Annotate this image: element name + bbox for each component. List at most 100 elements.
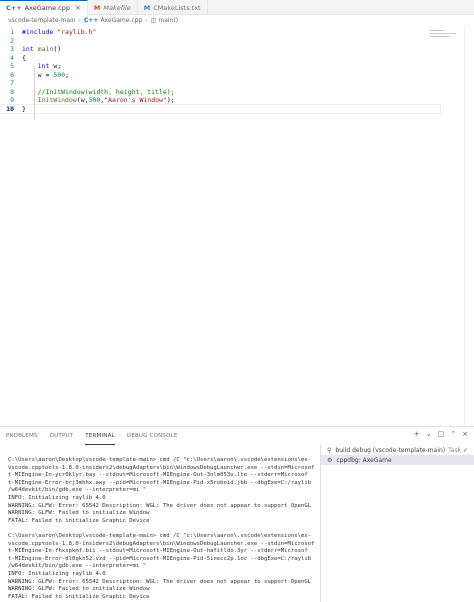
line-number: 7: [10, 79, 14, 88]
terminal-output[interactable]: C:\Users\aaron\Desktop\vscode-template-m…: [8, 457, 318, 601]
minimap-line: [430, 30, 444, 31]
tab-debug-console[interactable]: DEBUG CONSOLE: [127, 427, 178, 445]
terminal-line: vscode.cpptools-1.8.0-insiders2\debugAda…: [8, 464, 315, 471]
tab-output[interactable]: OUTPUT: [50, 427, 74, 445]
new-terminal-icon[interactable]: +: [414, 430, 420, 438]
line-number: 10: [6, 104, 14, 113]
breadcrumb-file[interactable]: AxeGame.cpp: [100, 17, 142, 24]
cmake-file-icon: M: [143, 3, 151, 12]
terminal-line: vscode.cpptools-1.8.0-insiders2\debugAda…: [8, 540, 315, 547]
line-number: 8: [10, 87, 14, 96]
code-line[interactable]: 8 //InitWindow(width, height, title);: [0, 88, 440, 97]
tab-cmakelists[interactable]: M CMakeLists.txt: [138, 0, 208, 15]
terminal-line: INFO: Initializing raylib 4.0: [8, 494, 106, 501]
tab-makefile[interactable]: M Makefile: [88, 0, 138, 15]
terminal-item-cppdbg[interactable]: ⚙ cppdbg: AxeGame: [321, 455, 474, 465]
terminal-line: WARNING: GLFW: Failed to initialize Wind…: [8, 510, 150, 517]
code-editor[interactable]: 1 #include "raylib.h" 2 3 int main() 4{5 int …: [0, 26, 474, 426]
terminal-line: t-MIEngine-In-ycr0klyr.bay --stdout=Micr…: [8, 472, 308, 479]
code-text: //InitWindow(width, height, title);: [22, 88, 175, 96]
terminal-line: FATAL: Failed to initialize Graphic Devi…: [8, 593, 150, 600]
terminal-line: FATAL: Failed to initialize Graphic Devi…: [8, 517, 150, 524]
code-line[interactable]: 9 InitWindow(w,500,"Aaron's Window");: [0, 96, 440, 105]
code-token: }: [22, 104, 26, 113]
tab-label: CMakeLists.txt: [153, 3, 201, 12]
minimap-line: [430, 36, 450, 37]
panel-tabs: PROBLEMS OUTPUT TERMINAL DEBUG CONSOLE: [0, 427, 320, 445]
code-token: int: [37, 62, 50, 71]
terminal-item-build-debug[interactable]: ⚲ build debug (vscode-template-main) Tas…: [321, 445, 474, 455]
breadcrumb-folder[interactable]: vscode-template-main: [8, 17, 76, 24]
tab-axegame-cpp[interactable]: C++ AxeGame.cpp ×: [0, 0, 88, 15]
terminal-line: WARNING: GLFW: Error: 65542 Description:…: [8, 502, 312, 509]
indent-guide: [34, 66, 35, 120]
code-line[interactable]: 3 int main(): [0, 45, 440, 54]
line-number: 4: [10, 53, 14, 62]
check-icon: ✓: [462, 446, 468, 454]
terminal-line: t-MIEngine-Error-brj3mhhx.awy --pid=Micr…: [8, 479, 312, 486]
vertical-scrollbar[interactable]: [464, 26, 474, 426]
code-token: int: [22, 45, 34, 54]
code-token: 500: [88, 96, 101, 105]
code-token: #include: [22, 28, 58, 37]
tab-terminal[interactable]: TERMINAL: [85, 427, 115, 445]
code-line[interactable]: 1 #include "raylib.h": [0, 28, 440, 37]
line-number: 2: [10, 36, 14, 45]
code-token: ;: [65, 70, 69, 79]
code-line[interactable]: 4{: [0, 54, 440, 63]
terminal-item-kind: Task: [448, 446, 462, 454]
chevron-right-icon: ›: [78, 17, 81, 24]
terminal-item-label: build debug (vscode-template-main): [335, 446, 446, 454]
terminal-line: WARNING: GLFW: Error: 65542 Description:…: [8, 578, 312, 585]
line-number: 9: [10, 96, 14, 105]
terminal-line: WARNING: GLFW: Failed to initialize Wind…: [8, 586, 150, 593]
code-text: #include "raylib.h": [22, 28, 96, 36]
code-token: InitWindow: [37, 96, 77, 105]
minimap[interactable]: [430, 30, 464, 42]
code-text: InitWindow(w,500,"Aaron's Window");: [22, 96, 175, 104]
terminal-line: INFO: Initializing raylib 4.0: [8, 570, 106, 577]
cpp-file-icon: C++: [6, 4, 22, 12]
cpp-file-icon: C++: [83, 17, 99, 24]
code-token: );: [166, 96, 175, 105]
line-number: 3: [10, 45, 14, 54]
code-token: {: [22, 53, 26, 62]
code-token: 500: [53, 70, 66, 79]
code-line[interactable]: 10}: [0, 103, 441, 114]
editor-tab-bar: C++ AxeGame.cpp × M Makefile M CMakeList…: [0, 0, 474, 15]
chevron-up-icon[interactable]: ⌃: [450, 430, 456, 438]
makefile-icon: M: [93, 3, 101, 12]
minimap-line: [430, 33, 456, 34]
code-token: =: [41, 70, 54, 79]
code-token: main: [37, 45, 54, 54]
terminal-list: ⚲ build debug (vscode-template-main) Tas…: [320, 445, 474, 602]
line-number: 5: [10, 62, 14, 71]
close-icon[interactable]: ×: [462, 430, 468, 438]
code-line[interactable]: 2: [0, 37, 440, 46]
task-icon: ⚲: [327, 446, 332, 454]
close-icon[interactable]: ×: [75, 4, 81, 12]
tab-problems[interactable]: PROBLEMS: [6, 427, 38, 445]
code-line[interactable]: 5 int w;: [0, 62, 440, 71]
terminal-item-label: cppdbg: AxeGame: [336, 456, 392, 464]
breadcrumb-symbol[interactable]: main(): [158, 17, 178, 24]
panel-actions: + ⌄ □ ⌃ ×: [408, 430, 468, 438]
code-token: //InitWindow(width, height, title);: [37, 87, 175, 96]
terminal-line: /w64devkit/bin/gdb.exe --interpreter=mi …: [8, 563, 147, 570]
debug-gear-icon: ⚙: [327, 456, 333, 464]
code-line[interactable]: 7: [0, 79, 440, 88]
code-line[interactable]: 6 w = 500;: [0, 71, 440, 80]
code-token: ;: [57, 62, 62, 71]
chevron-down-icon[interactable]: ⌄: [426, 430, 432, 438]
breadcrumb: vscode-template-main › C++ AxeGame.cpp ›…: [0, 15, 474, 26]
line-number: 6: [10, 70, 14, 79]
terminal-line: C:\Users\aaron\Desktop\vscode-template-m…: [8, 457, 312, 463]
code-text: int main(): [22, 45, 61, 53]
line-number: 1: [10, 28, 14, 37]
maximize-icon[interactable]: □: [438, 430, 445, 438]
